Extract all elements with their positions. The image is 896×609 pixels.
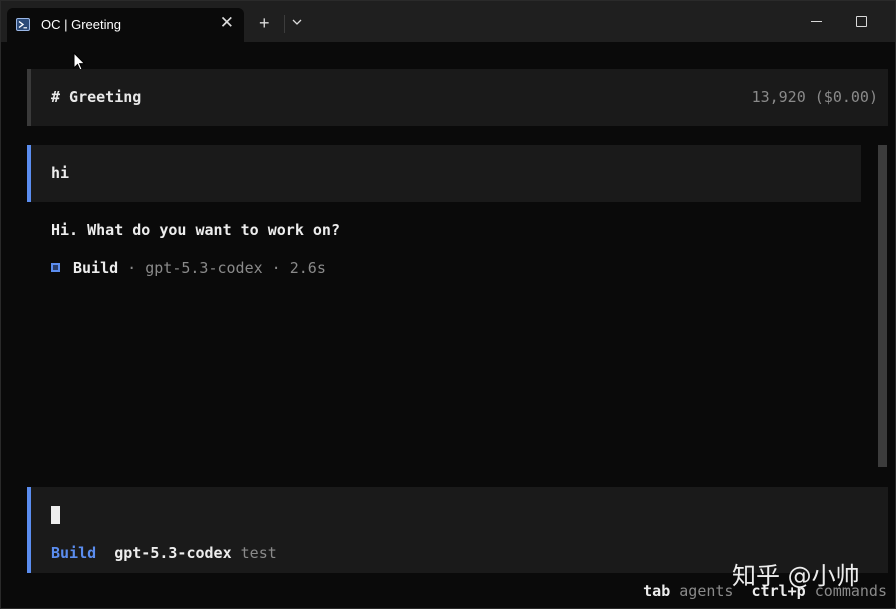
scrollbar[interactable] [878, 145, 887, 467]
input-agent[interactable]: Build [51, 544, 96, 562]
hint-tab-label: agents [679, 582, 734, 600]
token-cost: 13,920 ($0.00) [751, 88, 878, 106]
input-provider: test [240, 544, 277, 562]
text-cursor [51, 506, 60, 524]
user-message: hi [27, 145, 861, 202]
assistant-message: Hi. What do you want to work on? [51, 221, 340, 239]
status-model: gpt-5.3-codex [145, 259, 263, 277]
minimize-button[interactable] [811, 21, 822, 22]
title-bar: OC | Greeting ✕ + [1, 1, 895, 42]
session-title: # Greeting [51, 88, 142, 106]
tab-greeting[interactable]: OC | Greeting ✕ [7, 8, 244, 42]
close-tab-icon[interactable]: ✕ [220, 13, 234, 33]
session-header: # Greeting 13,920 ($0.00) [27, 69, 888, 126]
new-tab-button[interactable]: + [259, 13, 270, 33]
input-model[interactable]: gpt-5.3-codex [114, 544, 231, 562]
user-message-text: hi [51, 164, 70, 182]
status-agent: Build [73, 259, 119, 277]
powershell-icon [16, 18, 30, 31]
agent-square-icon [51, 263, 60, 272]
status-separator: · [118, 259, 146, 277]
status-separator: · [262, 259, 290, 277]
maximize-button[interactable] [856, 16, 867, 27]
hint-tab-key: tab [643, 582, 671, 600]
response-status: Build · gpt-5.3-codex · 2.6s [51, 259, 326, 277]
watermark: 知乎 @小帅 [732, 562, 860, 590]
status-duration: 2.6s [289, 259, 326, 277]
terminal-window: OC | Greeting ✕ + # Greeting 13,920 ($0.… [0, 0, 896, 609]
input-footer: Build gpt-5.3-codex test [51, 544, 277, 562]
tab-divider [284, 15, 285, 33]
tab-title: OC | Greeting [41, 17, 121, 32]
chevron-down-icon[interactable] [291, 17, 303, 27]
